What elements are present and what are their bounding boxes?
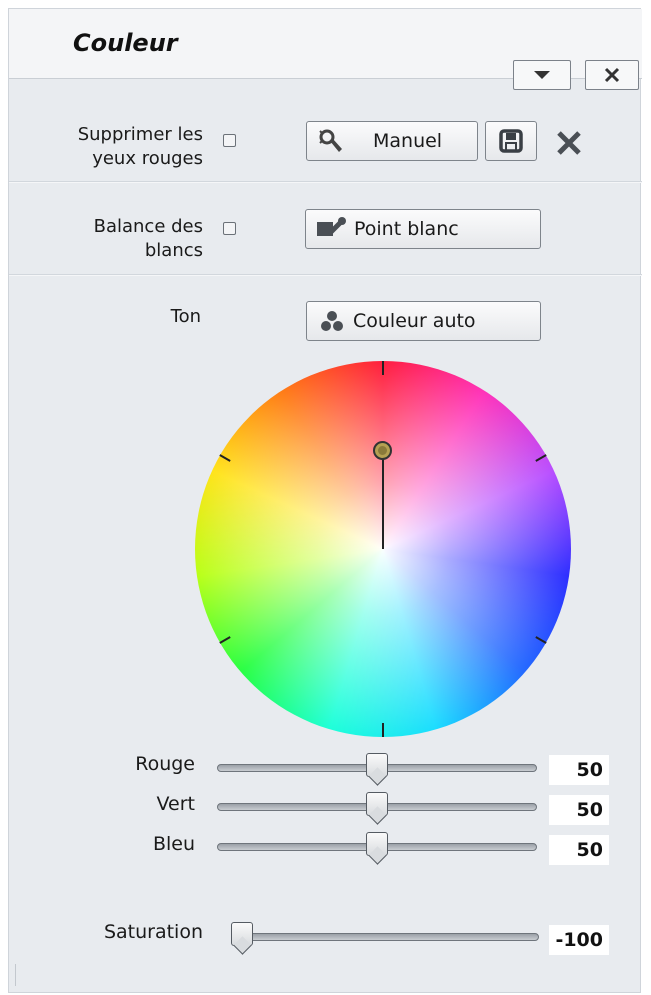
white-point-button[interactable]: Point blanc bbox=[305, 209, 541, 249]
blue-slider-thumb[interactable] bbox=[366, 832, 388, 856]
green-label: Vert bbox=[156, 793, 195, 815]
resize-grip[interactable] bbox=[15, 964, 31, 986]
auto-color-label: Couleur auto bbox=[353, 310, 476, 332]
saturation-label: Saturation bbox=[103, 921, 203, 943]
wheel-needle bbox=[382, 451, 384, 549]
color-panel: Couleur Supprimer les yeux rouges Manuel… bbox=[8, 8, 642, 993]
red-eye-checkbox[interactable] bbox=[223, 134, 236, 147]
color-wheel-center-fade bbox=[195, 361, 571, 737]
triangle-down-icon bbox=[534, 71, 550, 79]
red-eye-label: Supprimer les yeux rouges bbox=[77, 124, 203, 169]
red-value[interactable]: 50 bbox=[549, 755, 609, 785]
eyedropper-icon bbox=[314, 214, 348, 244]
color-dots-icon bbox=[315, 306, 349, 336]
save-icon bbox=[499, 129, 523, 153]
tone-label: Ton bbox=[170, 306, 201, 327]
magic-wand-cursor-icon bbox=[315, 126, 349, 156]
manual-button[interactable]: Manuel bbox=[306, 121, 478, 161]
green-slider-thumb[interactable] bbox=[366, 792, 388, 816]
blue-value[interactable]: 50 bbox=[549, 835, 609, 865]
panel-close-button[interactable] bbox=[585, 60, 639, 90]
saturation-value[interactable]: -100 bbox=[549, 925, 609, 955]
wheel-tick-top bbox=[382, 361, 384, 375]
blue-label: Bleu bbox=[152, 833, 195, 855]
close-icon bbox=[604, 67, 620, 83]
delete-button[interactable] bbox=[555, 129, 583, 157]
white-balance-label: Balance des blancs bbox=[93, 216, 203, 261]
red-slider-thumb[interactable] bbox=[366, 753, 388, 777]
save-button[interactable] bbox=[485, 121, 537, 161]
wheel-handle[interactable] bbox=[373, 441, 392, 460]
panel-dropdown-button[interactable] bbox=[513, 60, 571, 90]
red-label: Rouge bbox=[135, 753, 195, 775]
color-wheel[interactable] bbox=[195, 361, 571, 737]
divider-2 bbox=[9, 274, 642, 276]
auto-color-button[interactable]: Couleur auto bbox=[306, 301, 541, 341]
green-value[interactable]: 50 bbox=[549, 795, 609, 825]
wheel-tick-bottom bbox=[382, 723, 384, 737]
manual-button-label: Manuel bbox=[373, 130, 443, 152]
white-point-label: Point blanc bbox=[354, 218, 459, 240]
saturation-slider-thumb[interactable] bbox=[231, 922, 253, 946]
panel-title: Couleur bbox=[73, 29, 178, 57]
saturation-slider-track[interactable] bbox=[231, 933, 539, 941]
white-balance-checkbox[interactable] bbox=[223, 222, 236, 235]
close-x-icon bbox=[557, 131, 581, 155]
divider-1 bbox=[9, 181, 642, 183]
